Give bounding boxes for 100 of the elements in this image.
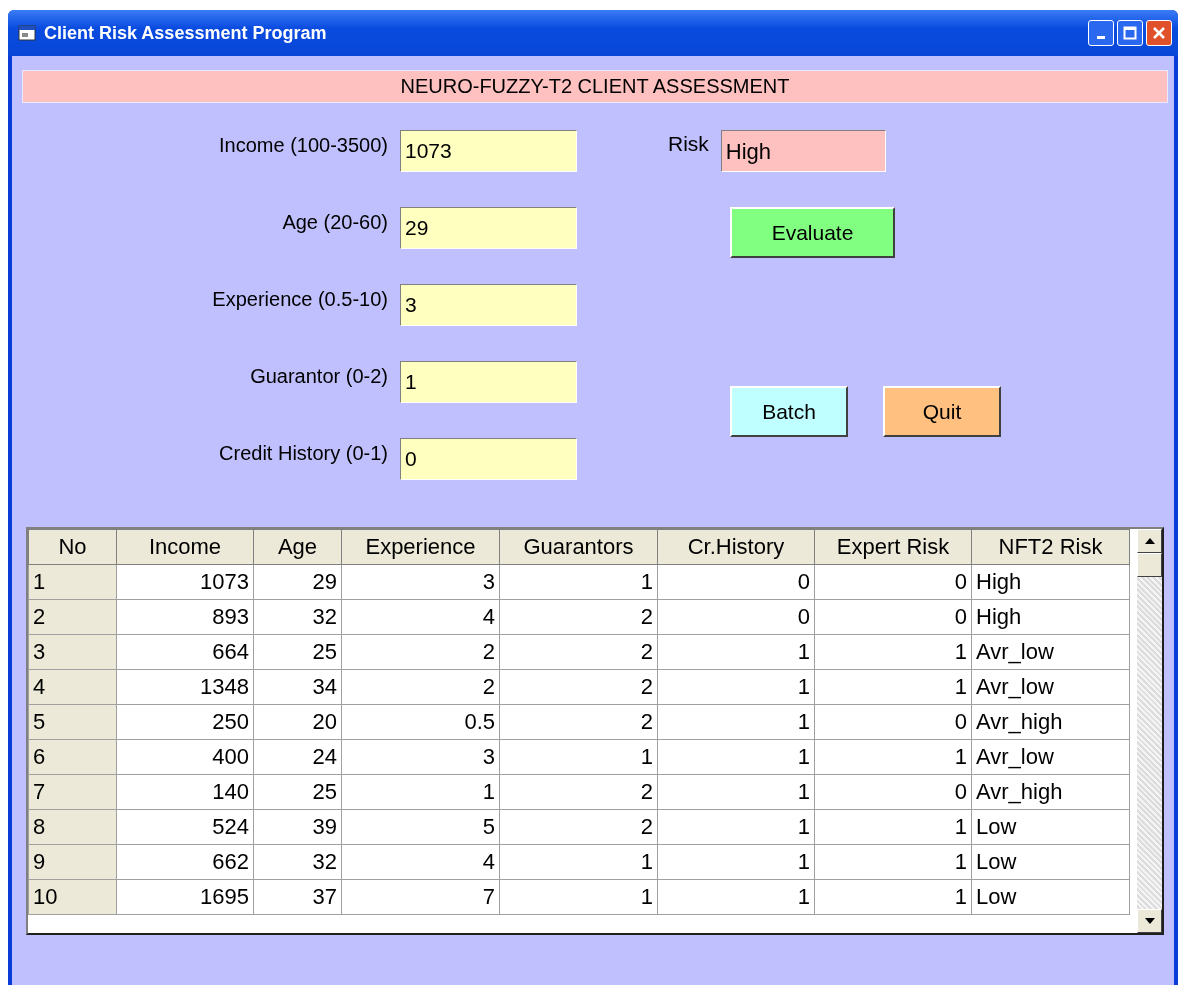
table-cell: 37 [253,879,342,915]
table-cell: 20 [253,704,342,740]
input-field[interactable]: 29 [400,207,577,249]
field-label: Income (100-3500) [219,133,389,158]
table-cell: 7 [341,879,500,915]
table-cell: 524 [116,809,254,845]
table-cell: Low [971,879,1130,915]
table-cell: 400 [116,739,254,775]
input-field[interactable]: 0 [400,438,577,480]
table-cell: Low [971,844,1130,880]
app-icon [18,25,36,41]
table-cell: 140 [116,774,254,810]
risk-label: Risk [668,131,709,156]
input-field[interactable]: 1 [400,361,577,403]
scroll-up-button[interactable] [1137,529,1162,553]
table-cell: 34 [253,669,342,705]
scroll-thumb[interactable] [1137,553,1162,577]
row-number-cell: 10 [28,879,117,915]
field-label: Guarantor (0-2) [250,364,389,389]
table-cell: 1 [499,739,658,775]
table-cell: 1073 [116,564,254,600]
table-cell: 1 [814,879,972,915]
risk-field: High [720,130,886,172]
table-cell: 2 [499,774,658,810]
field-label: Credit History (0-1) [219,441,389,466]
row-number-cell: 3 [28,634,117,670]
table-cell: 39 [253,809,342,845]
row-number-cell: 9 [28,844,117,880]
maximize-icon [1123,26,1137,40]
table-cell: 4 [341,844,500,880]
field-label: Age (20-60) [282,210,389,235]
batch-button[interactable]: Batch [730,386,848,437]
table-cell: 250 [116,704,254,740]
table-cell: 4 [341,599,500,635]
table-cell: 25 [253,774,342,810]
table-cell: 2 [499,704,658,740]
table-cell: 0 [814,564,972,600]
table-cell: 24 [253,739,342,775]
table-cell: 1 [657,669,815,705]
table-cell: 1 [657,774,815,810]
table-cell: Avr_high [971,774,1130,810]
row-number-cell: 4 [28,669,117,705]
table-cell: 1 [814,634,972,670]
table-cell: 1 [814,844,972,880]
table-cell: 1695 [116,879,254,915]
table-cell: 0 [814,704,972,740]
column-header[interactable]: Age [253,529,342,565]
table-cell: 1 [499,844,658,880]
table-cell: Avr_low [971,634,1130,670]
table-cell: 0 [814,599,972,635]
table-cell: High [971,564,1130,600]
table-cell: 3 [341,564,500,600]
table-cell: 32 [253,844,342,880]
up-arrow-icon [1144,538,1155,544]
column-header[interactable]: Expert Risk [814,529,972,565]
table-cell: 0.5 [341,704,500,740]
field-label: Experience (0.5-10) [212,287,389,312]
table-cell: 2 [499,669,658,705]
table-cell: 1 [814,809,972,845]
input-field[interactable]: 1073 [400,130,577,172]
table-cell: 3 [341,739,500,775]
table-cell: 2 [341,634,500,670]
input-field[interactable]: 3 [400,284,577,326]
scroll-down-button[interactable] [1137,909,1162,933]
column-header[interactable]: Experience [341,529,500,565]
evaluate-button[interactable]: Evaluate [730,207,895,258]
quit-button[interactable]: Quit [883,386,1001,437]
table-cell: 0 [657,599,815,635]
window-title: Client Risk Assessment Program [44,22,328,44]
row-number-cell: 2 [28,599,117,635]
table-cell: 1 [657,704,815,740]
table-cell: 5 [341,809,500,845]
table-cell: 0 [657,564,815,600]
table-cell: 32 [253,599,342,635]
table-cell: 1 [814,739,972,775]
header-banner: NEURO-FUZZY-T2 CLIENT ASSESSMENT [22,70,1168,103]
column-header[interactable]: NFT2 Risk [971,529,1130,565]
minimize-button[interactable] [1088,20,1114,46]
scrollbar[interactable] [1137,529,1162,933]
row-number-cell: 5 [28,704,117,740]
table-cell: 664 [116,634,254,670]
column-header[interactable]: Guarantors [499,529,658,565]
column-header[interactable]: Cr.History [657,529,815,565]
table-cell: 29 [253,564,342,600]
table-cell: 1 [657,844,815,880]
close-button[interactable] [1146,20,1172,46]
table-cell: Avr_high [971,704,1130,740]
column-header[interactable]: No [28,529,117,565]
table-cell: Avr_low [971,669,1130,705]
minimize-icon [1097,35,1105,39]
table-cell: 1 [657,809,815,845]
maximize-button[interactable] [1117,20,1143,46]
table-cell: 1 [814,669,972,705]
close-icon [1152,26,1166,40]
table-cell: 1348 [116,669,254,705]
column-header[interactable]: Income [116,529,254,565]
table-cell: 1 [657,879,815,915]
table-cell: 662 [116,844,254,880]
row-number-cell: 6 [28,739,117,775]
table-cell: 1 [657,634,815,670]
